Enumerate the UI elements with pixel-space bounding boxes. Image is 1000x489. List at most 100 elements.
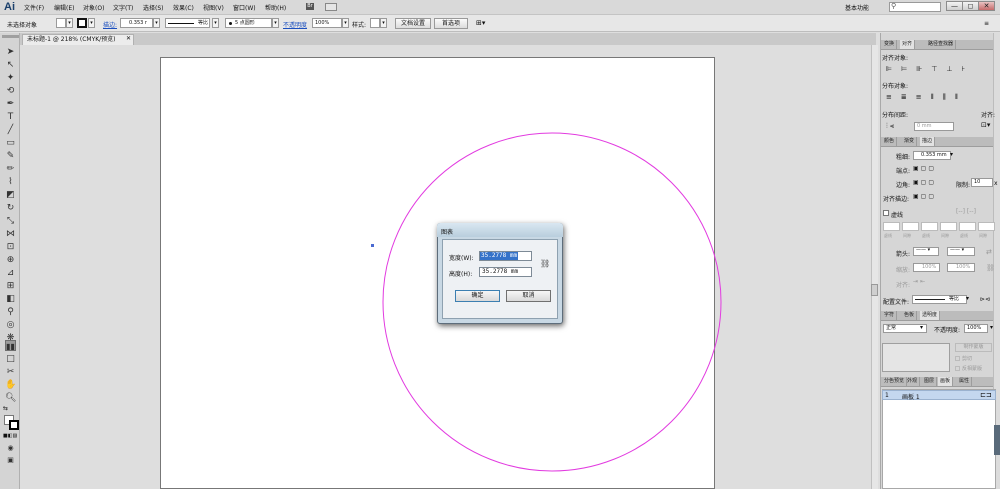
paintbrush-tool-icon[interactable]: ✎ [5,151,16,162]
gradient-tool-icon[interactable]: ◧ [5,294,16,305]
corner-icons[interactable]: ▣▢▢ [913,179,936,186]
fill-dropdown[interactable]: ▾ [66,18,73,28]
tab-character[interactable]: 字符 [882,311,898,320]
tab-attributes[interactable]: 属性 [957,377,973,386]
tab-swatches[interactable]: 色板 [902,311,918,320]
eraser-tool-icon[interactable]: ◩ [5,190,16,201]
lasso-tool-icon[interactable]: ⟲ [5,86,16,97]
dash-field-1[interactable] [883,222,900,231]
tab-align[interactable]: 对齐 [900,40,916,49]
opacity-dropdown-arrow[interactable]: ▾ [990,324,993,331]
pen-tool-icon[interactable]: ✒ [5,99,16,110]
artboard-tool-icon[interactable]: □ [5,354,16,365]
make-mask-button[interactable]: 制作蒙版 [955,343,992,352]
document-setup-button[interactable]: 文档设置 [395,18,431,29]
magic-wand-tool-icon[interactable]: ✦ [5,73,16,84]
dialog-titlebar[interactable] [437,223,563,237]
start-arrowhead-select[interactable]: —— ▾ [913,247,939,256]
slice-tool-icon[interactable]: ✂ [5,367,16,378]
opacity-label[interactable]: 不透明度 [283,20,307,29]
gap-field-1[interactable] [902,222,919,231]
stroke-label[interactable]: 描边: [103,20,117,29]
dash-align-icons[interactable]: [‐‐] [‐‐] [956,208,976,215]
rectangle-tool-icon[interactable]: ▭ [5,138,16,149]
restore-button[interactable]: ◻ [962,1,979,11]
stroke-color-swatch[interactable] [9,420,19,430]
brush-definition[interactable]: 5 点圆形 [225,18,272,28]
transparency-opacity-field[interactable]: 100% [964,324,988,333]
opacity-dropdown[interactable]: ▾ [342,18,349,28]
minimize-button[interactable]: — [946,1,963,11]
type-tool-icon[interactable]: T [5,112,16,123]
blob-brush-tool-icon[interactable]: ⌇ [5,177,16,188]
end-arrowhead-select[interactable]: —— ▾ [947,247,975,256]
end-scale-field[interactable]: 100% [947,263,975,272]
cancel-button[interactable]: 取消 [506,290,551,302]
fill-swatch-control[interactable] [56,18,66,28]
tab-artboards[interactable]: 画板 [938,377,954,386]
dash-field-3[interactable] [959,222,976,231]
search-input[interactable] [889,2,941,12]
scrollbar-thumb[interactable] [871,284,878,296]
eyedropper-tool-icon[interactable]: ⚲ [5,307,16,318]
tab-gradient[interactable]: 渐变 [902,137,918,146]
menu-type[interactable]: 文字(T) [113,3,133,12]
hand-tool-icon[interactable]: ✋ [5,380,16,391]
gap-field-2[interactable] [940,222,957,231]
pencil-tool-icon[interactable]: ✏ [5,164,16,175]
blend-tool-icon[interactable]: ◎ [5,320,16,331]
mask-thumbnail[interactable] [882,343,950,372]
column-graph-tool-icon[interactable]: ▮▮ [5,340,16,351]
blend-mode-dropdown[interactable]: ▾ [920,324,923,331]
tab-pathfinder[interactable]: 路径查找器 [926,40,957,49]
artboard-name[interactable]: 画板 1 [902,392,920,401]
dashed-checkbox[interactable] [883,210,889,216]
brush-dropdown[interactable]: ▾ [272,18,279,28]
tab-appearance[interactable]: 外观 [905,377,921,386]
menu-view[interactable]: 视图(V) [203,3,224,12]
weight-dropdown[interactable]: ▾ [950,151,953,158]
ok-button[interactable]: 确定 [455,290,500,302]
width-field-value[interactable]: 35.2778 mm [480,252,518,260]
panel-edge-handle[interactable] [994,425,1000,455]
arrange-icon[interactable]: ⊞▾ [476,19,485,27]
align-object-icons[interactable]: ⊫⊨⊪⊤⊥⊦ [886,65,991,73]
arrow-align-icons[interactable]: ⇥⇤ [913,278,927,285]
menu-select[interactable]: 选择(S) [143,3,164,12]
cap-icons[interactable]: ▣▢▢ [913,165,936,172]
stroke-swatch-control[interactable] [77,18,87,28]
tab-close-icon[interactable]: ✕ [126,35,131,42]
zoom-tool-icon[interactable]: 🔍︎ [5,393,16,404]
artboard-row[interactable] [882,390,996,400]
dash-field-2[interactable] [921,222,938,231]
close-button[interactable]: ✕ [978,1,995,11]
selection-tool-icon[interactable]: ➤ [5,47,16,58]
arrange-documents-icon[interactable] [325,3,337,11]
width-tool-icon[interactable]: ⋈ [5,229,16,240]
link-icon[interactable]: ⛓ [540,259,550,268]
swap-fill-stroke-icon[interactable]: ⇆ [3,405,8,412]
align-to-selection-icon[interactable]: ⊡▾ [981,121,990,129]
align-stroke-icons[interactable]: ▣▢▢ [913,193,936,200]
menu-object[interactable]: 对象(O) [83,3,104,12]
scale-tool-icon[interactable]: ⤡ [5,216,16,227]
color-mode-icons[interactable]: ■◧▨ [3,433,18,439]
stroke-dropdown[interactable]: ▾ [88,18,95,28]
weight-field[interactable]: 0.353 mm [913,151,951,160]
tab-color[interactable]: 颜色 [882,137,898,146]
rotate-tool-icon[interactable]: ↻ [5,203,16,214]
invert-mask-checkbox[interactable] [955,366,960,371]
gap-field-3[interactable] [978,222,995,231]
menu-help[interactable]: 帮助(H) [265,3,286,12]
link-scale-icon[interactable]: ⛓ [986,264,995,272]
graphic-style-swatch[interactable] [370,18,380,28]
tab-transparency[interactable]: 透明度 [920,311,941,320]
free-transform-tool-icon[interactable]: ⊡ [5,242,16,253]
mesh-tool-icon[interactable]: ⊞ [5,281,16,292]
direct-selection-tool-icon[interactable]: ↖ [5,60,16,71]
swap-arrows-icon[interactable]: ⇄ [986,248,992,256]
line-tool-icon[interactable]: ╱ [5,125,16,136]
profile-dropdown[interactable]: ▾ [212,18,219,28]
tools-panel-grip[interactable] [2,35,19,38]
vertical-scrollbar[interactable] [871,45,878,489]
